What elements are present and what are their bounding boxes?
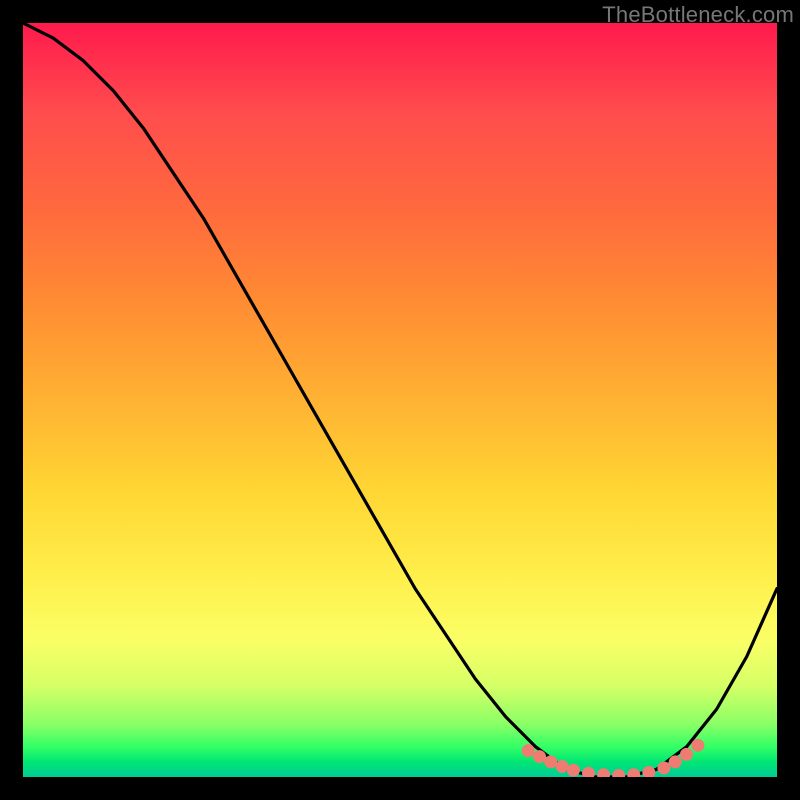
highlight-dot <box>691 739 704 752</box>
highlight-dot <box>680 748 693 761</box>
highlight-dot <box>556 760 569 773</box>
highlight-dot <box>544 755 557 768</box>
highlight-dot <box>582 767 595 777</box>
highlight-dot <box>657 761 670 774</box>
chart-svg <box>23 23 777 777</box>
highlight-dot <box>567 764 580 777</box>
chart-plot-area <box>23 23 777 777</box>
highlight-dot <box>642 766 655 777</box>
highlight-dot <box>627 768 640 777</box>
bottleneck-curve-line <box>23 23 777 777</box>
highlight-dot <box>612 769 625 777</box>
highlight-dot <box>669 755 682 768</box>
highlight-dot <box>533 750 546 763</box>
chart-frame: TheBottleneck.com <box>0 0 800 800</box>
highlight-dots-group <box>522 739 705 777</box>
highlight-dot <box>522 744 535 757</box>
highlight-dot <box>597 768 610 777</box>
